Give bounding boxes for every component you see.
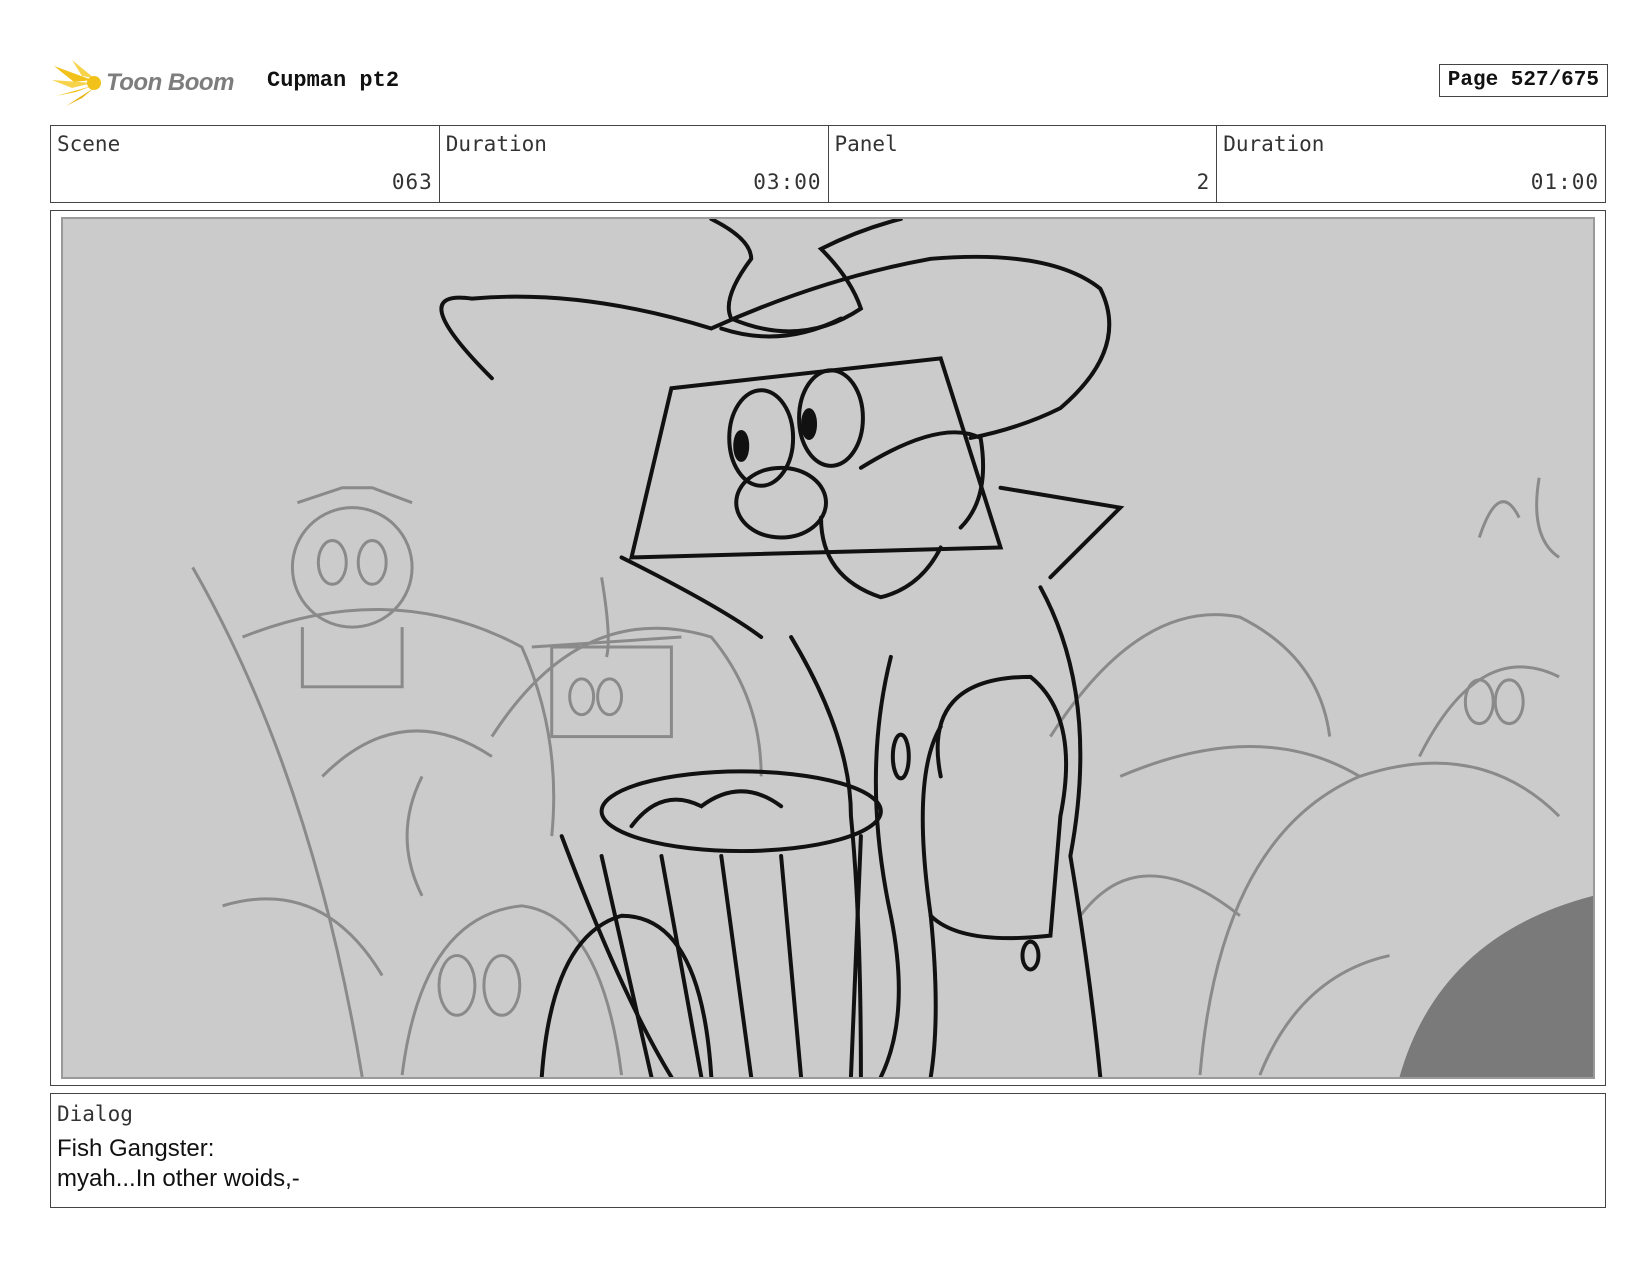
scene-cell: Scene 063 <box>51 126 440 202</box>
scene-label: Scene <box>57 132 121 156</box>
panel-value: 2 <box>1196 170 1211 194</box>
sunburst-logo-icon <box>52 60 101 106</box>
panel-cell: Panel 2 <box>829 126 1218 202</box>
dialog-box: Dialog Fish Gangster: myah...In other wo… <box>50 1093 1606 1208</box>
scene-duration-value: 03:00 <box>753 170 822 194</box>
toon-boom-logo: Toon Boom <box>52 58 252 108</box>
dark-shape <box>1399 895 1593 1077</box>
scene-info-row: Scene 063 Duration 03:00 Panel 2 Duratio… <box>50 125 1606 203</box>
storyboard-panel-frame <box>50 210 1606 1086</box>
dialog-speaker: Fish Gangster: <box>57 1135 215 1162</box>
scene-duration-cell: Duration 03:00 <box>440 126 829 202</box>
panel-sketch <box>61 217 1595 1079</box>
panel-duration-label: Duration <box>1223 132 1325 156</box>
project-title: Cupman pt2 <box>267 68 400 93</box>
panel-duration-cell: Duration 01:00 <box>1217 126 1605 202</box>
scene-duration-label: Duration <box>445 132 547 156</box>
dialog-label: Dialog <box>57 1102 133 1126</box>
panel-duration-value: 01:00 <box>1530 170 1599 194</box>
fish-gangster-character <box>439 219 1125 1077</box>
logo-text: Toon Boom <box>106 69 234 96</box>
dialog-line: myah...In other woids,- <box>57 1165 300 1192</box>
storyboard-header: Toon Boom Cupman pt2 Page 527/675 <box>52 58 1608 108</box>
page-number: Page 527/675 <box>1438 64 1608 97</box>
scene-value: 063 <box>391 170 433 194</box>
dialog-text: Fish Gangster: myah...In other woids,- <box>57 1134 300 1194</box>
sketch-drawing <box>191 219 1593 1077</box>
panel-label: Panel <box>834 132 898 156</box>
